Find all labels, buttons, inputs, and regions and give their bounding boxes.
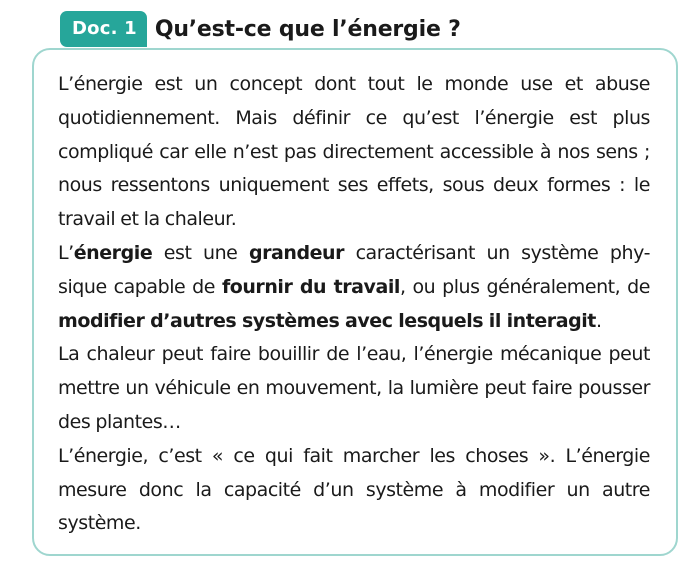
doc-number-badge: Doc. 1 bbox=[60, 11, 147, 47]
paragraph-conclusion: L’énergie, c’est « ce qui fait marcher l… bbox=[58, 444, 650, 535]
document-header: Doc. 1 Qu’est-ce que l’énergie ? bbox=[60, 10, 461, 48]
document-body: L’énergie est un concept dont tout le mo… bbox=[58, 68, 650, 541]
text-segment: est une bbox=[152, 241, 249, 264]
text-segment: L’ bbox=[58, 241, 74, 264]
bold-term-fournir-travail: fournir du travail bbox=[221, 275, 400, 298]
document-title: Qu’est-ce que l’énergie ? bbox=[154, 16, 461, 42]
bold-term-modifier-systemes: modifier d’autres systèmes avec lesquels… bbox=[58, 309, 596, 332]
text-segment: . bbox=[595, 309, 602, 332]
paragraph-energy-definition: L’énergie est une grandeur caractérisant… bbox=[58, 237, 650, 338]
text-segment: , ou plus généralement, de bbox=[399, 275, 651, 298]
bold-term-energie: énergie bbox=[73, 241, 153, 264]
paragraph-definition-difficulty: L’énergie est un concept dont tout le mo… bbox=[58, 73, 650, 231]
bold-term-grandeur: grandeur bbox=[248, 241, 345, 264]
paragraph-examples: La chaleur peut faire bouillir de l’eau,… bbox=[58, 343, 650, 433]
